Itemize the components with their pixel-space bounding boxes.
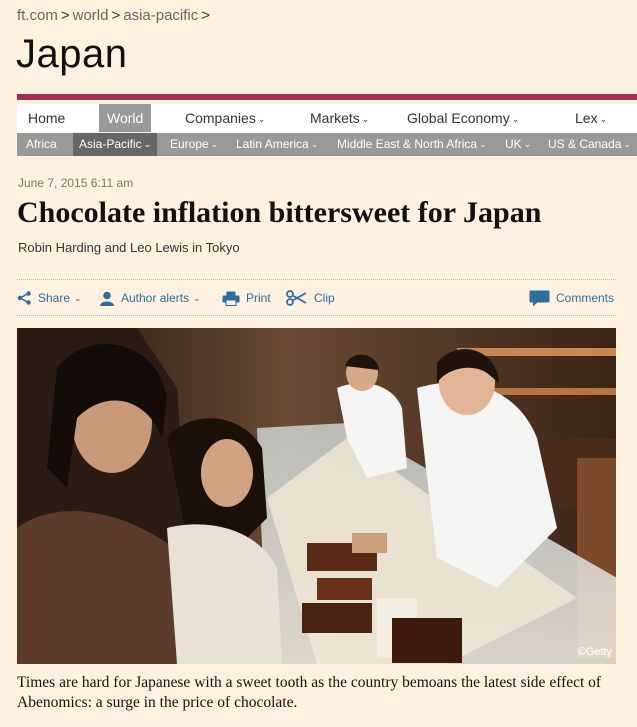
article-headline: Chocolate inflation bittersweet for Japa… xyxy=(17,196,542,229)
subnav-us-canada[interactable]: US & Canada ⌄ xyxy=(548,133,631,156)
share-button[interactable]: Share ⌄ xyxy=(17,289,82,307)
subnav-europe-label: Europe xyxy=(170,137,209,151)
nav-global-economy-label: Global Economy xyxy=(407,110,510,126)
nav-markets[interactable]: Markets ⌄ xyxy=(310,104,369,132)
chevron-down-icon: ⌄ xyxy=(310,139,319,149)
chevron-down-icon: ⌄ xyxy=(523,139,532,149)
speech-bubble-icon xyxy=(529,290,550,306)
nav-world[interactable]: World xyxy=(99,104,152,132)
clip-label: Clip xyxy=(314,291,335,305)
chevron-down-icon: ⌄ xyxy=(361,114,370,124)
chevron-down-icon: ⌄ xyxy=(511,114,520,124)
subnav-uk[interactable]: UK ⌄ xyxy=(505,133,531,156)
chevron-down-icon: ⌄ xyxy=(257,114,266,124)
subnav-africa-label: Africa xyxy=(26,137,57,151)
breadcrumb-asia-pacific[interactable]: asia-pacific xyxy=(123,7,198,24)
chevron-down-icon: ⌄ xyxy=(599,114,608,124)
breadcrumb-world[interactable]: world xyxy=(73,7,109,24)
nav-home-label: Home xyxy=(28,110,66,126)
divider xyxy=(17,279,616,280)
share-icon xyxy=(17,291,31,305)
nav-lex-label: Lex xyxy=(575,110,598,126)
nav-world-label: World xyxy=(107,110,144,126)
photo-credit: ©Getty xyxy=(577,646,612,658)
nav-home[interactable]: Home xyxy=(28,104,65,132)
printer-icon xyxy=(222,291,240,306)
breadcrumb-ft[interactable]: ft.com xyxy=(17,7,58,24)
nav-companies[interactable]: Companies ⌄ xyxy=(185,104,265,132)
nav-companies-label: Companies xyxy=(185,110,256,126)
clip-button[interactable]: Clip xyxy=(286,289,335,307)
author-alerts-label: Author alerts xyxy=(121,291,190,305)
subnav-asia-pacific[interactable]: Asia-Pacific ⌄ xyxy=(73,133,158,156)
subnav-middle-east[interactable]: Middle East & North Africa ⌄ xyxy=(337,133,487,156)
breadcrumb-separator: > xyxy=(60,7,70,24)
chocolate-shop-image xyxy=(17,328,616,664)
primary-nav: Home World Companies ⌄ Markets ⌄ Global Ec… xyxy=(17,104,637,132)
chevron-down-icon: ⌄ xyxy=(143,139,152,149)
section-title: Japan xyxy=(16,32,128,76)
article-photo: ©Getty xyxy=(17,328,616,664)
chevron-down-icon: ⌄ xyxy=(210,139,219,149)
subnav-latin-america[interactable]: Latin America ⌄ xyxy=(236,133,318,156)
author-alerts-button[interactable]: Author alerts ⌄ xyxy=(99,289,201,307)
subnav-africa[interactable]: Africa xyxy=(26,133,57,156)
breadcrumb: ft.com > world > asia-pacific > xyxy=(17,7,213,24)
breadcrumb-separator: > xyxy=(111,7,121,24)
nav-global-economy[interactable]: Global Economy ⌄ xyxy=(407,104,519,132)
chevron-down-icon: ⌄ xyxy=(74,293,82,303)
scissors-icon xyxy=(286,290,307,306)
subnav-us-canada-label: US & Canada xyxy=(548,137,622,151)
accent-rule xyxy=(17,94,637,100)
comments-label: Comments xyxy=(556,291,615,305)
subnav-middle-east-label: Middle East & North Africa xyxy=(337,137,478,151)
breadcrumb-separator: > xyxy=(201,7,211,24)
subnav-latin-america-label: Latin America xyxy=(236,137,309,151)
print-label: Print xyxy=(246,291,271,305)
subnav-uk-label: UK xyxy=(505,137,522,151)
nav-markets-label: Markets xyxy=(310,110,360,126)
chevron-down-icon: ⌄ xyxy=(623,139,631,149)
subnav-europe[interactable]: Europe ⌄ xyxy=(170,133,218,156)
share-label: Share xyxy=(38,291,71,305)
chevron-down-icon: ⌄ xyxy=(479,139,487,149)
comments-button[interactable]: Comments xyxy=(529,289,614,307)
photo-caption: Times are hard for Japanese with a sweet… xyxy=(17,674,602,711)
divider xyxy=(17,315,616,316)
article-dateline: June 7, 2015 6:11 am xyxy=(18,176,134,190)
nav-lex[interactable]: Lex ⌄ xyxy=(575,104,607,132)
person-icon xyxy=(100,291,114,306)
print-button[interactable]: Print xyxy=(222,289,271,307)
sub-nav: Africa Asia-Pacific ⌄ Europe ⌄ Latin Ameri… xyxy=(17,133,637,156)
subnav-asia-pacific-label: Asia-Pacific xyxy=(79,137,142,151)
article-byline: Robin Harding and Leo Lewis in Tokyo xyxy=(18,240,240,255)
chevron-down-icon: ⌄ xyxy=(193,293,201,303)
